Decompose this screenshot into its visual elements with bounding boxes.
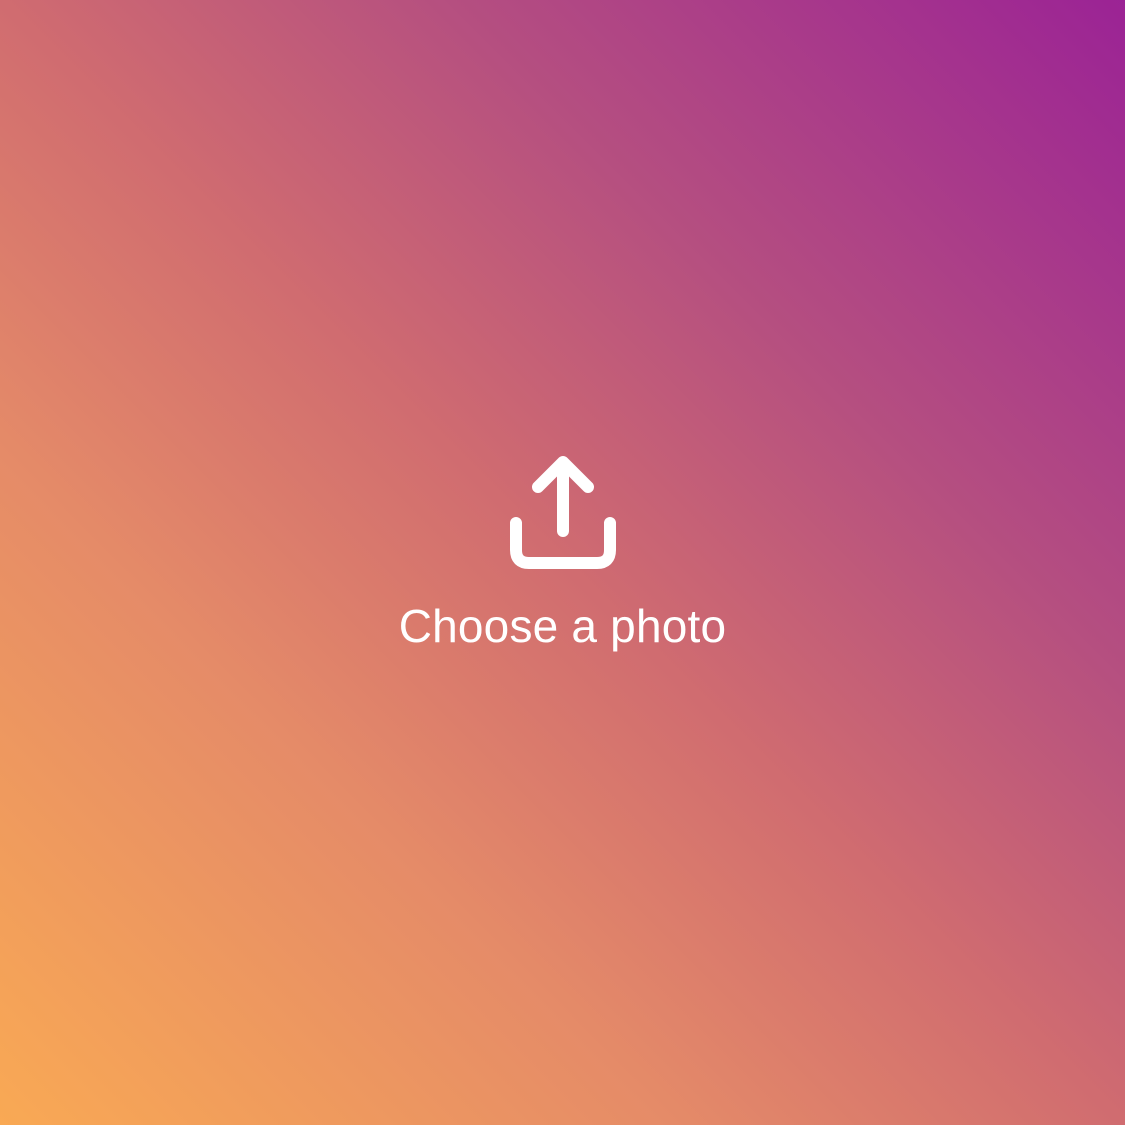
upload-icon (508, 455, 618, 575)
choose-photo-button[interactable]: Choose a photo (0, 455, 1125, 685)
photo-upload-area: Choose a photo (0, 0, 1125, 1125)
choose-photo-label: Choose a photo (398, 600, 727, 652)
